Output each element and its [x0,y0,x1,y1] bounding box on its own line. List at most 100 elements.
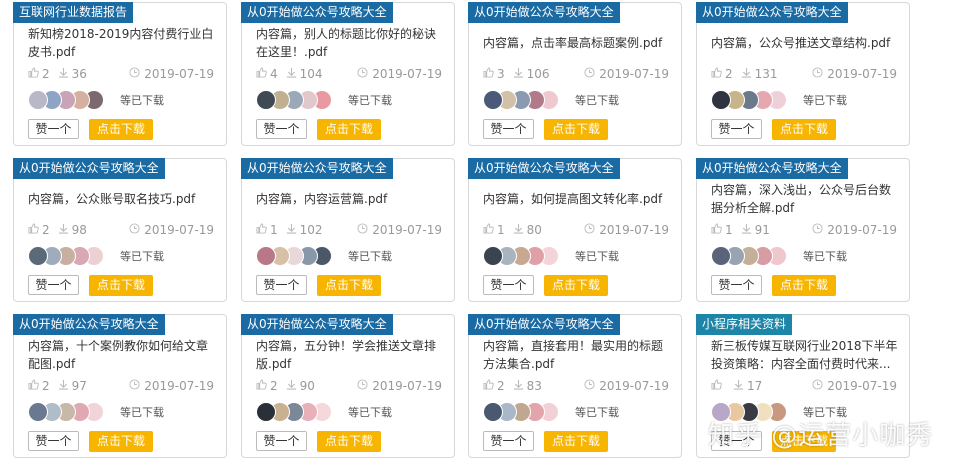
like-count-value: 2 [497,379,505,393]
avatar-stack [711,402,787,422]
download-icon [58,379,72,393]
resource-title-text[interactable]: 内容篇，公众号推送文章结构.pdf [711,34,890,52]
like-count-value: 2 [725,67,733,81]
category-tag[interactable]: 从0开始做公众号攻略大全 [696,2,848,23]
download-count: 80 [513,223,542,237]
category-tag[interactable]: 从0开始做公众号攻略大全 [468,158,620,179]
resource-title[interactable]: 内容篇，公众号推送文章结构.pdf [711,25,901,61]
thumbs-up-icon [483,379,497,393]
resource-card[interactable]: 从0开始做公众号攻略大全 内容篇，深入浅出，公众号后台数据分析全解.pdf 1 91 2… [696,158,910,302]
like-button[interactable]: 赞一个 [256,431,307,451]
download-button[interactable]: 点击下载 [317,275,381,296]
resource-stats: 4 104 2019-07-19 [256,66,442,82]
like-button[interactable]: 赞一个 [28,275,79,295]
resource-title[interactable]: 新知榜2018-2019内容付费行业白皮书.pdf [28,25,218,61]
category-tag[interactable]: 小程序相关资料 [696,314,793,335]
resource-title-text[interactable]: 内容篇，如何提高图文转化率.pdf [483,190,662,208]
thumbs-up-icon [483,223,497,237]
resource-title[interactable]: 内容篇，别人的标题比你好的秘诀在这里！.pdf [256,25,446,61]
resource-title-text[interactable]: 内容篇，直接套用！最实用的标题方法集合.pdf [483,337,673,373]
download-button[interactable]: 点击下载 [772,275,836,296]
category-tag[interactable]: 从0开始做公众号攻略大全 [241,2,393,23]
thumbs-up-icon [256,379,270,393]
like-button[interactable]: 赞一个 [483,275,534,295]
resource-title-text[interactable]: 内容篇，别人的标题比你好的秘诀在这里！.pdf [256,25,446,61]
download-button[interactable]: 点击下载 [317,431,381,452]
category-tag[interactable]: 从0开始做公众号攻略大全 [13,158,165,179]
like-count-value: 4 [270,67,278,81]
user-avatar [256,246,276,266]
resource-title[interactable]: 内容篇，公众账号取名技巧.pdf [28,181,218,217]
resource-card[interactable]: 从0开始做公众号攻略大全 内容篇，别人的标题比你好的秘诀在这里！.pdf 4 104 2… [241,2,455,146]
category-tag[interactable]: 从0开始做公众号攻略大全 [468,2,620,23]
resource-card[interactable]: 从0开始做公众号攻略大全 内容篇，内容运营篇.pdf 1 102 2019-07-19 等… [241,158,455,302]
like-count-value: 1 [497,223,505,237]
downloaded-label: 等已下载 [120,94,164,107]
download-button[interactable]: 点击下载 [317,119,381,140]
resource-title-text[interactable]: 内容篇，公众账号取名技巧.pdf [28,190,195,208]
like-button[interactable]: 赞一个 [483,119,534,139]
download-icon [741,67,755,81]
downloaders: 等已下载 [483,401,619,423]
downloaders: 等已下载 [28,401,164,423]
category-tag[interactable]: 互联网行业数据报告 [13,2,134,23]
resource-stats: 2 36 2019-07-19 [28,66,214,82]
resource-title-text[interactable]: 内容篇，五分钟！学会推送文章排版.pdf [256,337,446,373]
publish-date: 2019-07-19 [357,223,442,237]
thumbs-up-icon [28,223,42,237]
like-button[interactable]: 赞一个 [28,431,79,451]
like-button[interactable]: 赞一个 [256,119,307,139]
category-tag[interactable]: 从0开始做公众号攻略大全 [13,314,165,335]
downloaders: 等已下载 [256,89,392,111]
resource-title-text[interactable]: 新知榜2018-2019内容付费行业白皮书.pdf [28,25,218,61]
resource-title[interactable]: 内容篇，内容运营篇.pdf [256,181,446,217]
downloaders: 等已下载 [711,89,847,111]
download-count-value: 102 [299,223,323,237]
category-tag[interactable]: 从0开始做公众号攻略大全 [241,314,393,335]
like-button[interactable]: 赞一个 [28,119,79,139]
resource-title[interactable]: 新三板传媒互联网行业2018下半年投资策略：内容全面付费时代来... [711,337,901,373]
resource-title[interactable]: 内容篇，如何提高图文转化率.pdf [483,181,673,217]
download-icon [733,379,747,393]
resource-card[interactable]: 从0开始做公众号攻略大全 内容篇，公众账号取名技巧.pdf 2 98 2019-07-1… [13,158,227,302]
download-button[interactable]: 点击下载 [89,431,153,452]
like-button[interactable]: 赞一个 [256,275,307,295]
resource-card[interactable]: 从0开始做公众号攻略大全 内容篇，点击率最高标题案例.pdf 3 106 2019-07… [468,2,682,146]
resource-title[interactable]: 内容篇，五分钟！学会推送文章排版.pdf [256,337,446,373]
resource-title-text[interactable]: 内容篇，深入浅出，公众号后台数据分析全解.pdf [711,181,901,217]
like-button[interactable]: 赞一个 [711,275,762,295]
download-count: 91 [741,223,770,237]
resource-title-text[interactable]: 内容篇，内容运营篇.pdf [256,190,387,208]
thumbs-up-icon [256,67,270,81]
category-tag[interactable]: 从0开始做公众号攻略大全 [468,314,620,335]
publish-date-value: 2019-07-19 [827,67,897,81]
category-tag[interactable]: 从0开始做公众号攻略大全 [696,158,848,179]
download-count-value: 83 [526,379,542,393]
download-button[interactable]: 点击下载 [772,119,836,140]
download-icon [58,67,72,81]
resource-title[interactable]: 内容篇，直接套用！最实用的标题方法集合.pdf [483,337,673,373]
download-button[interactable]: 点击下载 [544,275,608,296]
download-button[interactable]: 点击下载 [89,275,153,296]
download-button[interactable]: 点击下载 [544,119,608,140]
resource-card[interactable]: 从0开始做公众号攻略大全内容篇，公众号推送文章结构.pdf 2 131 2019-07… [696,2,910,146]
resource-card[interactable]: 从0开始做公众号攻略大全 内容篇，五分钟！学会推送文章排版.pdf 2 90 2019-… [241,314,455,458]
resource-card[interactable]: 互联网行业数据报告 新知榜2018-2019内容付费行业白皮书.pdf 2 36 201… [13,2,227,146]
resource-title[interactable]: 内容篇，十个案例教你如何给文章配图.pdf [28,337,218,373]
download-button[interactable]: 点击下载 [89,119,153,140]
resource-card[interactable]: 从0开始做公众号攻略大全 内容篇，直接套用！最实用的标题方法集合.pdf 2 83 20… [468,314,682,458]
resource-title-text[interactable]: 内容篇，点击率最高标题案例.pdf [483,34,662,52]
resource-title[interactable]: 内容篇，点击率最高标题案例.pdf [483,25,673,61]
resource-title-text[interactable]: 新三板传媒互联网行业2018下半年投资策略：内容全面付费时代来... [711,337,901,373]
clock-icon [129,223,144,237]
category-tag[interactable]: 从0开始做公众号攻略大全 [241,158,393,179]
like-button[interactable]: 赞一个 [711,119,762,139]
resource-card[interactable]: 从0开始做公众号攻略大全 内容篇，如何提高图文转化率.pdf 1 80 2019-07-… [468,158,682,302]
download-button[interactable]: 点击下载 [544,431,608,452]
download-count-value: 131 [754,67,778,81]
resource-card[interactable]: 从0开始做公众号攻略大全 内容篇，十个案例教你如何给文章配图.pdf 2 97 2019… [13,314,227,458]
resource-title[interactable]: 内容篇，深入浅出，公众号后台数据分析全解.pdf [711,181,901,217]
like-button[interactable]: 赞一个 [483,431,534,451]
avatar-stack [28,90,104,110]
resource-title-text[interactable]: 内容篇，十个案例教你如何给文章配图.pdf [28,337,218,373]
